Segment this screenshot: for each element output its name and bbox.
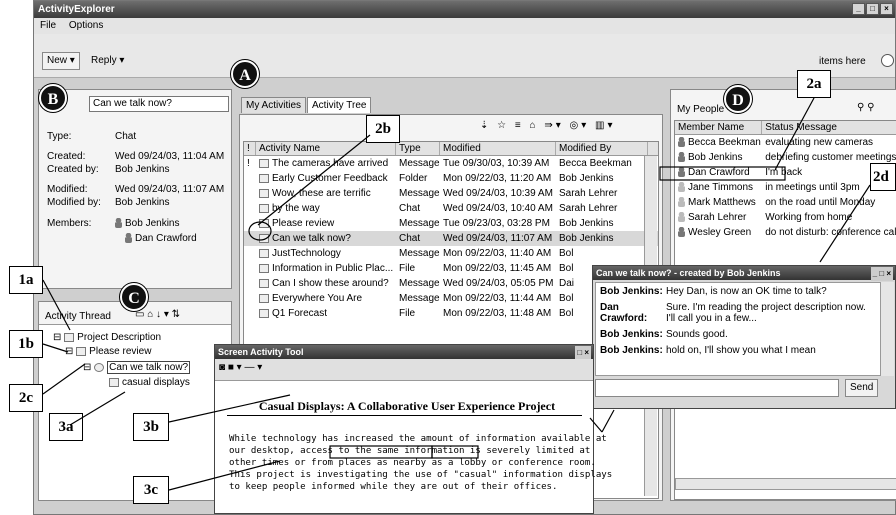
callout-lines bbox=[42, 97, 871, 491]
